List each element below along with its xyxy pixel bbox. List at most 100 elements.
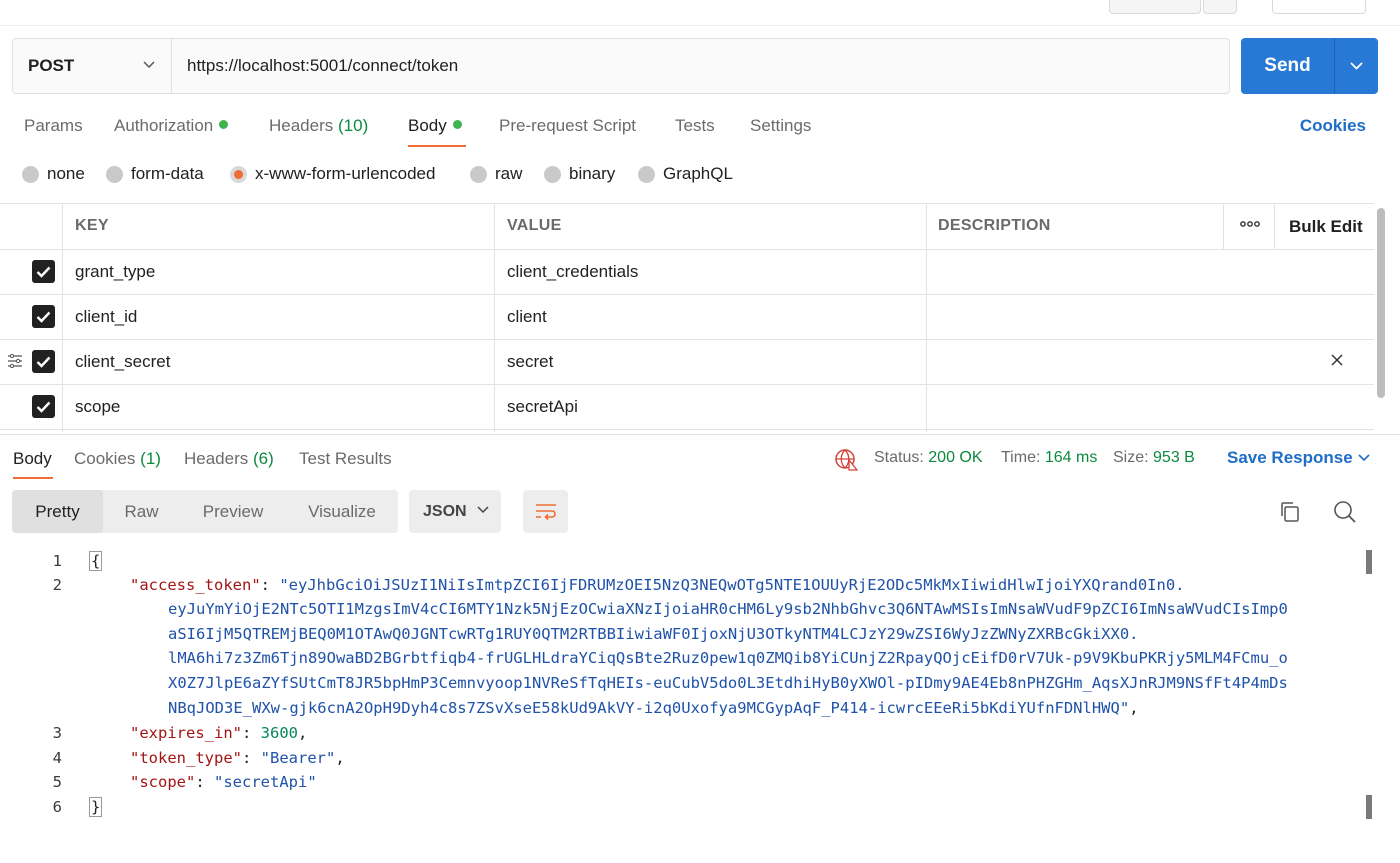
chevron-down-icon[interactable] xyxy=(1358,454,1370,462)
radio-form-data[interactable]: form-data xyxy=(106,164,204,184)
tab-params[interactable]: Params xyxy=(24,116,83,136)
row-checkbox[interactable] xyxy=(32,260,55,283)
checkmark-icon xyxy=(36,356,51,368)
method-select[interactable]: POST xyxy=(12,38,172,94)
view-preview[interactable]: Preview xyxy=(180,490,286,533)
code-scrollbar-thumb[interactable] xyxy=(1366,795,1372,819)
code-line: { xyxy=(89,551,103,571)
code-line: "expires_in": 3600, xyxy=(130,724,308,742)
radio-icon xyxy=(106,165,123,183)
radio-binary[interactable]: binary xyxy=(544,164,615,184)
code-scrollbar-thumb[interactable] xyxy=(1366,550,1372,574)
toolbar-button-more[interactable] xyxy=(1203,0,1237,14)
response-tab-cookies[interactable]: Cookies (1) xyxy=(74,449,161,469)
response-tab-body[interactable]: Body xyxy=(13,449,52,469)
pane-divider[interactable] xyxy=(0,434,1400,435)
line-number: 1 xyxy=(52,552,62,570)
time-label: Time: xyxy=(1001,449,1041,466)
active-tab-indicator xyxy=(13,477,53,479)
row-checkbox[interactable] xyxy=(32,305,55,328)
table-scrollbar[interactable] xyxy=(1377,208,1385,398)
response-tab-headers[interactable]: Headers (6) xyxy=(184,449,274,469)
line-number: 3 xyxy=(52,724,62,742)
chevron-down-icon xyxy=(1350,62,1363,70)
format-label: JSON xyxy=(423,502,467,520)
status-label: Status: xyxy=(874,449,924,466)
drag-handle-icon[interactable] xyxy=(7,354,23,368)
line-number: 2 xyxy=(52,576,62,594)
tab-tests[interactable]: Tests xyxy=(675,116,715,136)
view-pretty[interactable]: Pretty xyxy=(12,490,103,533)
response-body-code[interactable]: 1 2 3 4 5 6 { "access_token": "eyJhbGciO… xyxy=(0,548,1360,848)
copy-icon[interactable] xyxy=(1278,500,1302,524)
tab-settings[interactable]: Settings xyxy=(750,116,811,136)
radio-icon xyxy=(470,165,487,183)
row-checkbox[interactable] xyxy=(32,350,55,373)
body-type-radio-group: none form-data x-www-form-urlencoded raw… xyxy=(22,164,922,188)
radio-label: GraphQL xyxy=(663,164,733,183)
view-raw[interactable]: Raw xyxy=(103,490,180,533)
row-value[interactable]: client xyxy=(507,307,547,327)
code-line: } xyxy=(89,797,103,817)
tab-prerequest-script[interactable]: Pre-request Script xyxy=(499,116,636,136)
status-stat: Status: 200 OK xyxy=(874,449,983,467)
line-number: 4 xyxy=(52,749,62,767)
radio-graphql[interactable]: GraphQL xyxy=(638,164,733,184)
table-row: grant_type client_credentials xyxy=(0,250,1374,295)
code-line: "token_type": "Bearer", xyxy=(130,749,345,767)
view-visualize[interactable]: Visualize xyxy=(286,490,398,533)
column-header-key: KEY xyxy=(75,217,109,234)
tab-body[interactable]: Body xyxy=(408,116,462,136)
wrap-lines-button[interactable] xyxy=(523,490,568,533)
tab-headers[interactable]: Headers (10) xyxy=(269,116,368,136)
save-response-button[interactable]: Save Response xyxy=(1227,448,1353,468)
url-input[interactable]: https://localhost:5001/connect/token xyxy=(171,38,1230,94)
close-icon[interactable] xyxy=(1330,353,1344,367)
code-line-continuation: NBqJOD3E_WXw-gjk6cnA2OpH9Dyh4c8s7ZSvXseE… xyxy=(168,699,1139,717)
code-line-continuation: eyJuYmYiOjE2NTc5OTI1MzgsImV4cCI6MTY1Nzk5… xyxy=(168,600,1288,618)
json-key: "expires_in" xyxy=(130,724,242,742)
response-tab-test-results[interactable]: Test Results xyxy=(299,449,392,469)
bulk-edit-button[interactable]: Bulk Edit xyxy=(1289,217,1363,237)
response-headers-count: (6) xyxy=(253,449,274,468)
radio-none[interactable]: none xyxy=(22,164,85,184)
tab-authorization[interactable]: Authorization xyxy=(114,116,229,136)
row-key[interactable]: client_id xyxy=(75,307,137,327)
response-tabs: Body Cookies (1) Headers (6) Test Result… xyxy=(13,446,1393,480)
radio-raw[interactable]: raw xyxy=(470,164,522,184)
size-label: Size: xyxy=(1113,449,1149,466)
request-tabs: Params Authorization Headers (10) Body P… xyxy=(24,112,1394,148)
format-select[interactable]: JSON xyxy=(409,490,501,533)
column-divider xyxy=(1223,204,1224,250)
row-key[interactable]: client_secret xyxy=(75,352,170,372)
chevron-down-icon xyxy=(143,61,155,69)
radio-x-www-form-urlencoded[interactable]: x-www-form-urlencoded xyxy=(230,164,435,184)
radio-icon xyxy=(22,165,39,183)
network-globe-icon[interactable] xyxy=(834,447,858,471)
row-value[interactable]: client_credentials xyxy=(507,262,638,282)
json-number: 3600 xyxy=(260,724,298,742)
row-key[interactable]: scope xyxy=(75,397,120,417)
toolbar-button-save[interactable] xyxy=(1109,0,1201,14)
code-line-continuation: X0Z7JlpE6aZYfSUtCmT8JR5bpHmP3Cemnvyoop1N… xyxy=(168,674,1288,692)
method-label: POST xyxy=(28,56,75,75)
status-value: 200 OK xyxy=(928,449,983,466)
row-value[interactable]: secretApi xyxy=(507,397,578,417)
radio-label: binary xyxy=(569,164,616,183)
send-dropdown-button[interactable] xyxy=(1335,38,1378,94)
more-options-icon[interactable] xyxy=(1240,220,1260,228)
toolbar-button-group[interactable] xyxy=(1272,0,1366,14)
row-value[interactable]: secret xyxy=(507,352,553,372)
search-icon[interactable] xyxy=(1333,500,1357,524)
radio-selected-icon xyxy=(230,165,247,183)
params-table: KEY VALUE DESCRIPTION Bulk Edit grant_ty… xyxy=(0,203,1374,432)
table-header: KEY VALUE DESCRIPTION Bulk Edit xyxy=(0,204,1374,250)
cookies-link[interactable]: Cookies xyxy=(1300,116,1366,136)
send-button[interactable]: Send xyxy=(1241,38,1378,94)
table-row: client_secret secret xyxy=(0,340,1374,385)
row-key[interactable]: grant_type xyxy=(75,262,155,282)
cookies-count: (1) xyxy=(140,449,161,468)
radio-label: form-data xyxy=(131,164,204,183)
row-checkbox[interactable] xyxy=(32,395,55,418)
column-divider xyxy=(1274,204,1275,250)
